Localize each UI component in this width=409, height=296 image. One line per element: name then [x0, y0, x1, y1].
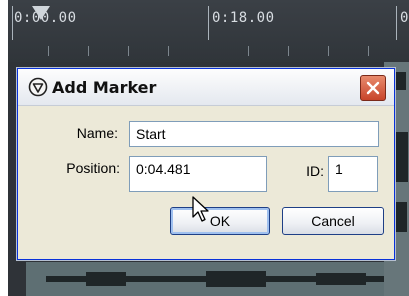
ruler-major-tick [396, 6, 397, 40]
ruler-minor-tick [328, 46, 329, 56]
name-field[interactable]: Start [129, 121, 379, 147]
close-button[interactable] [360, 75, 386, 101]
name-label: Name: [76, 125, 118, 141]
dialog-titlebar[interactable]: Add Marker [18, 69, 394, 106]
close-icon [366, 81, 380, 95]
position-label: Position: [66, 160, 120, 176]
ruler-major-tick [12, 6, 13, 40]
ruler-minor-tick [48, 46, 49, 56]
waveform-peak [395, 202, 407, 232]
timeline-ruler[interactable]: 0:00.00 0:18.00 0 [8, 0, 409, 62]
waveform-peak [86, 272, 126, 286]
ruler-minor-tick [88, 46, 89, 56]
cancel-button[interactable]: Cancel [282, 207, 384, 235]
playhead-marker-icon[interactable] [32, 6, 50, 20]
ruler-minor-tick [128, 46, 129, 56]
dialog-title: Add Marker [52, 78, 157, 97]
ruler-minor-tick [288, 46, 289, 56]
waveform-peak [316, 273, 366, 285]
reaper-icon [28, 77, 48, 97]
add-marker-dialog: Add Marker Name: Start Position: 0:04.48… [17, 68, 395, 260]
ruler-minor-tick [248, 46, 249, 56]
position-field[interactable]: 0:04.481 [129, 156, 267, 192]
ruler-minor-tick [368, 46, 369, 56]
id-label: ID: [306, 163, 324, 179]
waveform-peak [396, 72, 406, 90]
ruler-major-tick [208, 6, 209, 40]
ok-button[interactable]: OK [170, 207, 270, 235]
ruler-label-clipped: 0 [400, 10, 409, 26]
audio-item[interactable] [26, 262, 409, 296]
ruler-label-18s: 0:18.00 [212, 10, 275, 26]
id-field[interactable]: 1 [328, 156, 378, 192]
ruler-minor-tick [168, 46, 169, 56]
waveform-peak [206, 271, 266, 287]
mouse-pointer-icon [192, 196, 209, 222]
